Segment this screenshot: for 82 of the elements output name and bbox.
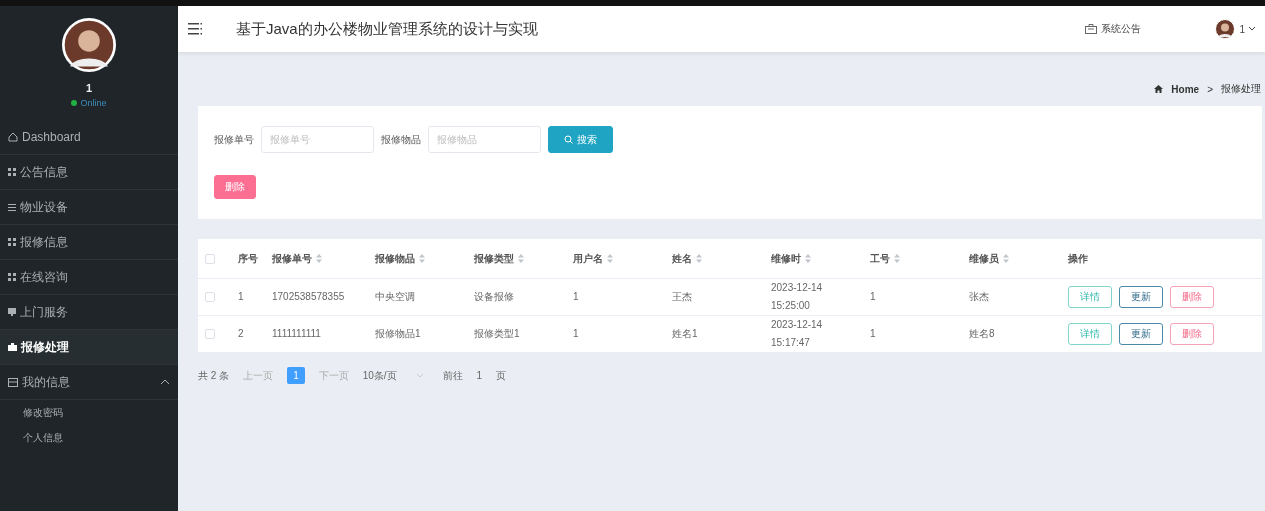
submenu-item[interactable]: 修改密码 — [0, 400, 178, 425]
sidebar-item[interactable]: Dashboard — [0, 120, 178, 155]
sort-icon[interactable] — [696, 254, 702, 263]
table-cell-text: 王杰 — [672, 290, 692, 304]
avatar — [62, 18, 116, 72]
table-cell-text: 设备报修 — [474, 290, 514, 304]
action-button[interactable]: 更新 — [1119, 323, 1163, 345]
menu-icon[interactable] — [188, 23, 202, 35]
notice-link[interactable]: 系统公告 — [1101, 22, 1142, 36]
sort-icon[interactable] — [894, 254, 900, 263]
row-checkbox[interactable] — [205, 329, 215, 339]
home-icon — [8, 132, 18, 142]
column-header: 报修单号 — [272, 251, 312, 266]
table-cell-text: 1 — [870, 290, 876, 304]
grid-icon — [8, 168, 16, 176]
sort-icon[interactable] — [518, 254, 524, 263]
column-header: 用户名 — [573, 251, 603, 266]
online-status: Online — [80, 98, 107, 108]
total-count: 共 2 条 — [198, 368, 230, 383]
column-header: 操作 — [1068, 251, 1088, 266]
table-cell-text: 报修类型1 — [474, 327, 520, 341]
table-cell-text: 姓名1 — [672, 327, 698, 341]
table-cell-text: 姓名8 — [969, 327, 995, 341]
avatar — [1215, 19, 1236, 39]
sidebar-item[interactable]: 报修处理 — [0, 330, 178, 365]
submenu-item[interactable]: 个人信息 — [0, 425, 178, 450]
table-cell-text: 1702538578355 — [272, 290, 345, 304]
sort-icon[interactable] — [607, 254, 613, 263]
sort-icon[interactable] — [419, 254, 425, 263]
sidebar-item[interactable]: 在线咨询 — [0, 260, 178, 295]
table-cell-text: 中央空调 — [375, 290, 415, 304]
table-cell-text: 1 — [573, 327, 579, 341]
table-cell-text: 2023-12-14 15:25:00 — [771, 281, 824, 313]
table-cell-text: 报修物品1 — [375, 327, 421, 341]
status-dot-icon — [71, 100, 78, 106]
column-header: 姓名 — [672, 251, 692, 266]
row-checkbox[interactable] — [205, 292, 215, 302]
table-cell-text: 张杰 — [969, 290, 989, 304]
user-name: 1 — [85, 82, 93, 94]
select-all-checkbox[interactable] — [205, 253, 215, 264]
table-cell-text: 1 — [238, 290, 244, 304]
sort-icon[interactable] — [316, 254, 322, 263]
action-button[interactable]: 更新 — [1119, 286, 1163, 308]
column-header: 维修时 — [771, 251, 801, 266]
field-label: 报修物品 — [381, 132, 421, 147]
goto-label: 前往 — [442, 368, 463, 383]
breadcrumb-current: 报修处理 — [1221, 82, 1261, 96]
sidebar-item[interactable]: 公告信息 — [0, 155, 178, 190]
card-icon — [8, 377, 18, 387]
grid-icon — [8, 238, 16, 246]
app-title: 基于Java的办公楼物业管理系统的设计与实现 — [236, 19, 539, 39]
page-size-select[interactable]: 10条/页 — [362, 368, 423, 383]
search-icon — [564, 135, 573, 144]
goto-page-field[interactable]: 1 — [476, 370, 483, 381]
field-label: 报修单号 — [214, 132, 254, 147]
breadcrumb-separator: > — [1207, 83, 1213, 95]
table-cell-text: 1111111111 — [272, 327, 321, 341]
column-header: 序号 — [238, 251, 258, 266]
list-icon — [8, 203, 16, 211]
sort-icon[interactable] — [805, 254, 811, 263]
home-icon — [1154, 85, 1164, 93]
table-cell-text: 1 — [870, 327, 876, 341]
grid-icon — [8, 273, 16, 281]
caret-icon — [416, 373, 423, 378]
table-cell-text: 1 — [573, 290, 579, 304]
column-header: 维修员 — [969, 251, 999, 266]
sidebar-item[interactable]: 物业设备 — [0, 190, 178, 225]
table-cell-text: 2 — [238, 327, 244, 341]
breadcrumb-link[interactable]: Home — [1171, 83, 1200, 95]
column-header: 工号 — [870, 251, 890, 266]
header-user[interactable]: 1 — [1239, 23, 1245, 35]
column-header: 报修物品 — [375, 251, 415, 266]
monitor-icon — [8, 308, 16, 316]
page-unit: 页 — [496, 368, 507, 383]
notice-icon — [1085, 24, 1098, 34]
table-cell-text: 2023-12-14 15:17:47 — [771, 318, 824, 350]
column-header: 报修类型 — [474, 251, 514, 266]
sidebar-item[interactable]: 我的信息 — [0, 365, 178, 400]
sidebar-item[interactable]: 报修信息 — [0, 225, 178, 260]
sort-icon[interactable] — [1003, 254, 1009, 263]
briefcase-icon — [8, 343, 17, 351]
caret-icon — [1249, 27, 1255, 31]
